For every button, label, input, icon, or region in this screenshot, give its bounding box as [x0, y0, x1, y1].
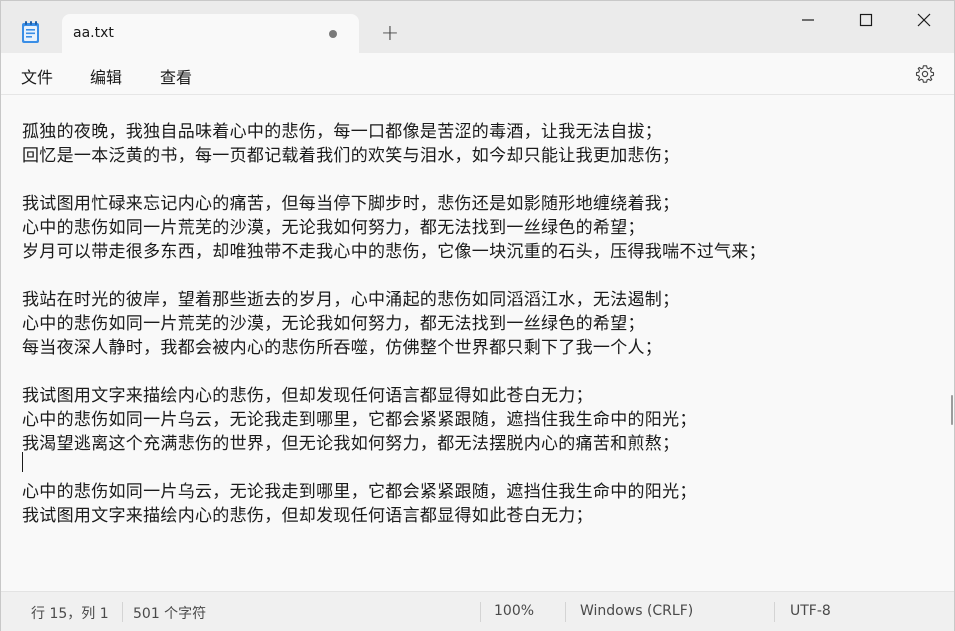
tab-aa-txt[interactable]: aa.txt: [62, 14, 359, 54]
menu-edit[interactable]: 编辑: [90, 64, 122, 88]
unsaved-dot-icon[interactable]: [329, 30, 337, 38]
editor-line: 心中的悲伤如同一片乌云，无论我走到哪里，它都会紧紧跟随，遮挡住我生命中的阳光；: [22, 482, 697, 502]
vertical-scrollbar[interactable]: [951, 395, 953, 425]
line-ending[interactable]: Windows (CRLF): [580, 603, 693, 619]
status-divider: [480, 602, 481, 622]
character-count: 501 个字符: [133, 606, 207, 622]
maximize-button[interactable]: [837, 1, 895, 41]
text-caret: [22, 452, 23, 472]
close-icon: [917, 13, 931, 27]
tab-title: aa.txt: [73, 25, 114, 41]
status-bar: 行 15，列 1 501 个字符 100% Windows (CRLF) UTF…: [1, 591, 954, 631]
editor-line: 我渴望逃离这个充满悲伤的世界，但无论我如何努力，都无法摆脱内心的痛苦和煎熬；: [22, 434, 680, 454]
zoom-level[interactable]: 100%: [494, 603, 534, 619]
editor-line: 每当夜深人静时，我都会被内心的悲伤所吞噬，仿佛整个世界都只剩下了我一个人；: [22, 338, 663, 358]
new-tab-button[interactable]: +: [373, 19, 407, 49]
editor-line: 我站在时光的彼岸，望着那些逝去的岁月，心中涌起的悲伤如同滔滔江水，无法遏制；: [22, 290, 680, 310]
title-bar[interactable]: aa.txt +: [1, 1, 954, 54]
minimize-icon: [802, 19, 814, 21]
notepad-app-icon: [21, 20, 41, 44]
editor-line: 回忆是一本泛黄的书，每一页都记载着我们的欢笑与泪水，如今却只能让我更加悲伤；: [22, 146, 680, 166]
editor-line: 岁月可以带走很多东西，却唯独带不走我心中的悲伤，它像一块沉重的石头，压得我喘不过…: [22, 242, 766, 262]
notepad-window: aa.txt + 文件 编辑 查看 孤独的夜晚，我独自品味着心中的悲伤，每一口都…: [0, 0, 955, 631]
menu-bar: 文件 编辑 查看: [1, 53, 954, 95]
menu-file[interactable]: 文件: [21, 64, 53, 88]
menu-view[interactable]: 查看: [160, 64, 192, 88]
close-button[interactable]: [895, 1, 953, 41]
editor-line: 我试图用文字来描绘内心的悲伤，但却发现任何语言都显得如此苍白无力；: [22, 506, 593, 526]
editor-line: 我试图用文字来描绘内心的悲伤，但却发现任何语言都显得如此苍白无力；: [22, 386, 593, 406]
minimize-button[interactable]: [779, 1, 837, 41]
status-divider: [565, 602, 566, 622]
editor-line: 心中的悲伤如同一片荒芜的沙漠，无论我如何努力，都无法找到一丝绿色的希望；: [22, 218, 645, 238]
encoding[interactable]: UTF-8: [790, 603, 831, 619]
cursor-position: 行 15，列 1: [31, 606, 109, 622]
settings-gear-icon[interactable]: [915, 64, 935, 84]
editor-line: 孤独的夜晚，我独自品味着心中的悲伤，每一口都像是苦涩的毒酒，让我无法自拔；: [22, 122, 663, 142]
status-divider: [122, 602, 123, 622]
editor-line: 心中的悲伤如同一片乌云，无论我走到哪里，它都会紧紧跟随，遮挡住我生命中的阳光；: [22, 410, 697, 430]
maximize-icon: [859, 13, 873, 27]
editor-line: 心中的悲伤如同一片荒芜的沙漠，无论我如何努力，都无法找到一丝绿色的希望；: [22, 314, 645, 334]
status-divider: [774, 602, 775, 622]
editor-line: 我试图用忙碌来忘记内心的痛苦，但每当停下脚步时，悲伤还是如影随形地缠绕着我；: [22, 194, 680, 214]
text-editor[interactable]: 孤独的夜晚，我独自品味着心中的悲伤，每一口都像是苦涩的毒酒，让我无法自拔； 回忆…: [1, 95, 954, 591]
